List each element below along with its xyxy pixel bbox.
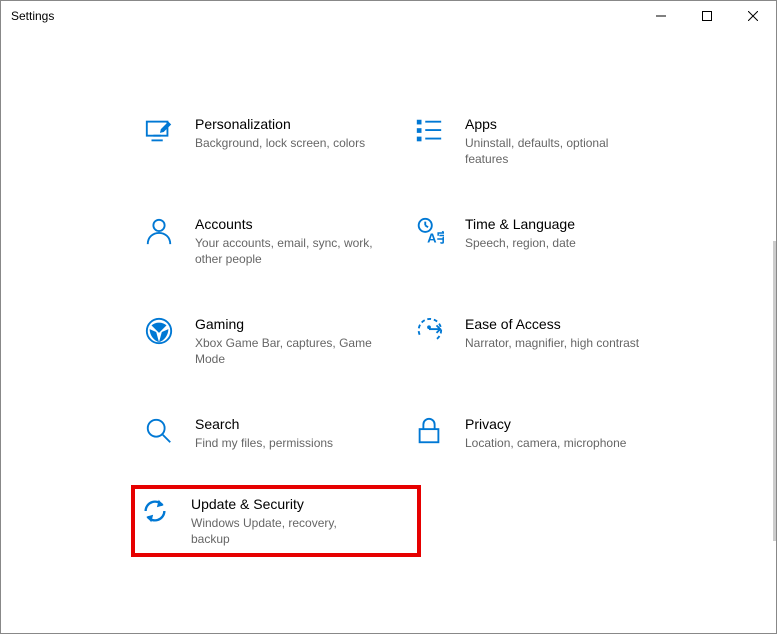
tile-text: Apps Uninstall, defaults, optional featu… — [465, 115, 645, 167]
scrollbar-thumb[interactable] — [773, 241, 776, 541]
scrollbar[interactable] — [770, 31, 776, 633]
gaming-icon — [143, 315, 175, 347]
tile-text: Time & Language Speech, region, date — [465, 215, 576, 251]
personalization-icon — [143, 115, 175, 147]
tile-accounts[interactable]: Accounts Your accounts, email, sync, wor… — [139, 211, 409, 271]
window-controls — [638, 1, 776, 31]
tile-title: Search — [195, 415, 333, 433]
tile-text: Privacy Location, camera, microphone — [465, 415, 626, 451]
tile-privacy[interactable]: Privacy Location, camera, microphone — [409, 411, 679, 455]
tile-title: Update & Security — [191, 495, 371, 513]
tile-subtitle: Background, lock screen, colors — [195, 135, 365, 151]
tile-title: Gaming — [195, 315, 375, 333]
close-button[interactable] — [730, 1, 776, 31]
tile-search[interactable]: Search Find my files, permissions — [139, 411, 409, 455]
tile-apps[interactable]: Apps Uninstall, defaults, optional featu… — [409, 111, 679, 171]
tile-title: Privacy — [465, 415, 626, 433]
tile-title: Accounts — [195, 215, 375, 233]
time-language-icon: A字 — [413, 215, 445, 247]
tile-subtitle: Speech, region, date — [465, 235, 576, 251]
tile-ease-of-access[interactable]: Ease of Access Narrator, magnifier, high… — [409, 311, 679, 371]
tile-update-security[interactable]: Update & Security Windows Update, recove… — [131, 485, 421, 557]
tile-text: Update & Security Windows Update, recove… — [191, 495, 371, 547]
tile-title: Personalization — [195, 115, 365, 133]
tile-personalization[interactable]: Personalization Background, lock screen,… — [139, 111, 409, 171]
accounts-icon — [143, 215, 175, 247]
apps-icon — [413, 115, 445, 147]
tile-gaming[interactable]: Gaming Xbox Game Bar, captures, Game Mod… — [139, 311, 409, 371]
settings-grid: Personalization Background, lock screen,… — [139, 111, 776, 547]
window-title: Settings — [11, 9, 638, 23]
search-icon — [143, 415, 175, 447]
tile-title: Apps — [465, 115, 645, 133]
tile-subtitle: Xbox Game Bar, captures, Game Mode — [195, 335, 375, 367]
tile-text: Gaming Xbox Game Bar, captures, Game Mod… — [195, 315, 375, 367]
tile-title: Time & Language — [465, 215, 576, 233]
maximize-button[interactable] — [684, 1, 730, 31]
tile-subtitle: Find my files, permissions — [195, 435, 333, 451]
tile-text: Personalization Background, lock screen,… — [195, 115, 365, 151]
tile-text: Ease of Access Narrator, magnifier, high… — [465, 315, 639, 351]
tile-subtitle: Windows Update, recovery, backup — [191, 515, 371, 547]
minimize-button[interactable] — [638, 1, 684, 31]
tile-subtitle: Your accounts, email, sync, work, other … — [195, 235, 375, 267]
tile-subtitle: Narrator, magnifier, high contrast — [465, 335, 639, 351]
tile-text: Search Find my files, permissions — [195, 415, 333, 451]
svg-text:A字: A字 — [427, 229, 444, 245]
tile-subtitle: Uninstall, defaults, optional features — [465, 135, 645, 167]
tile-subtitle: Location, camera, microphone — [465, 435, 626, 451]
update-security-icon — [139, 495, 171, 527]
tile-title: Ease of Access — [465, 315, 639, 333]
privacy-icon — [413, 415, 445, 447]
tile-text: Accounts Your accounts, email, sync, wor… — [195, 215, 375, 267]
titlebar: Settings — [1, 1, 776, 31]
tile-time-language[interactable]: A字 Time & Language Speech, region, date — [409, 211, 679, 271]
ease-of-access-icon — [413, 315, 445, 347]
settings-content: Personalization Background, lock screen,… — [1, 31, 776, 547]
